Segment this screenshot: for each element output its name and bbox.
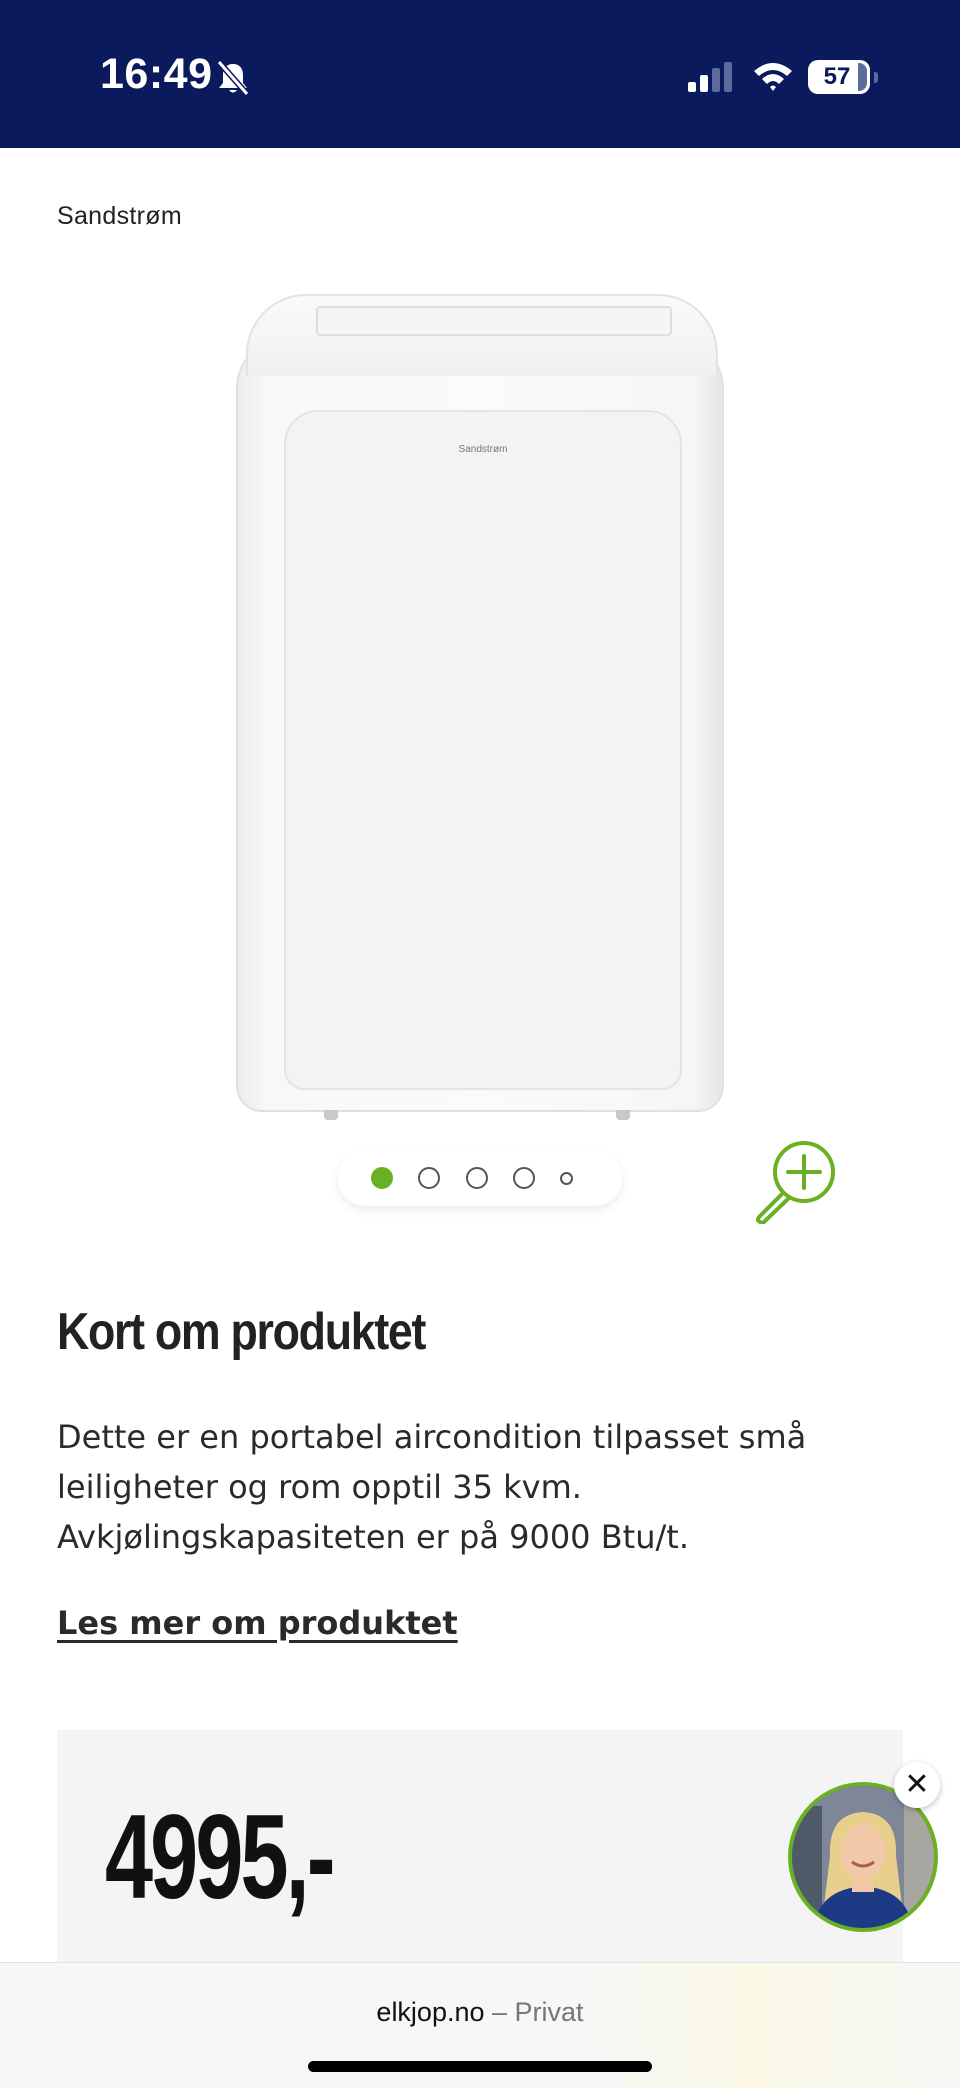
product-price: 4995,- [105,1790,336,1924]
gallery-dot-4[interactable] [513,1167,535,1189]
status-bar: 16:49 57 [0,0,960,148]
ac-unit-logo: Sandstrøm [458,444,508,455]
ac-unit-top [246,294,718,376]
battery-level: 57 [823,63,851,90]
gallery-pagination [338,1150,622,1206]
signal-icon [688,62,736,96]
browsing-mode: Privat [514,1997,584,2027]
home-indicator[interactable] [308,2061,652,2072]
product-description: Dette er en portabel aircondition tilpas… [57,1418,807,1556]
ac-unit-body: Sandstrøm [236,338,724,1112]
wifi-icon [752,60,794,96]
url-display[interactable]: elkjop.no – Privat [0,1997,960,2028]
gallery-dot-5[interactable] [560,1172,573,1185]
gallery-dot-1[interactable] [371,1167,393,1189]
product-image[interactable]: Sandstrøm [236,294,724,1124]
ac-unit-wheel [324,1110,338,1120]
section-title: Kort om produktet [57,1303,426,1361]
ac-unit-panel: Sandstrøm [284,410,682,1090]
status-time: 16:49 [100,50,213,98]
url-domain: elkjop.no [376,1997,485,2027]
battery-cap [874,72,878,83]
ac-unit-control-panel [316,306,672,336]
gallery-dot-2[interactable] [418,1167,440,1189]
url-separator: – [484,1997,515,2027]
zoom-in-icon[interactable] [752,1134,842,1228]
read-more-link[interactable]: Les mer om produktet [57,1604,458,1642]
chat-close-button[interactable]: ✕ [894,1762,940,1808]
browser-url-bar[interactable]: elkjop.no – Privat [0,1962,960,2088]
ac-unit-wheel [616,1110,630,1120]
brand-name[interactable]: Sandstrøm [57,202,182,231]
bell-muted-icon [216,60,250,100]
gallery-dot-3[interactable] [466,1167,488,1189]
